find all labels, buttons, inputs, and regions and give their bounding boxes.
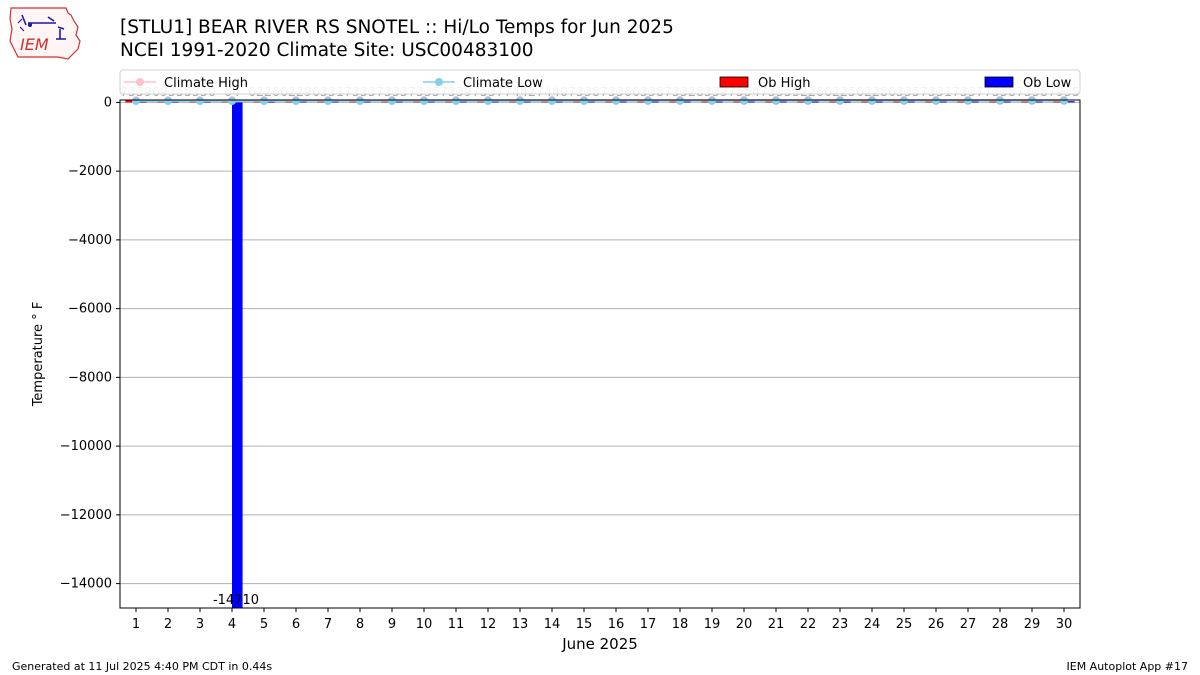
x-tick-label: 29 xyxy=(1024,617,1041,632)
x-tick-label: 18 xyxy=(672,617,689,632)
x-tick-label: 9 xyxy=(388,617,396,632)
y-tick-label: −4000 xyxy=(68,233,112,248)
x-tick-label: 24 xyxy=(864,617,881,632)
x-tick-label: 4 xyxy=(228,617,236,632)
x-tick-label: 2 xyxy=(164,617,172,632)
hi-lo-temps-chart: 7339693553306462266229633173337333733573… xyxy=(31,69,1081,653)
x-tick-label: 8 xyxy=(356,617,364,632)
legend-swatch xyxy=(984,76,1014,88)
x-tick-label: 5 xyxy=(260,617,268,632)
grid-layer xyxy=(120,101,1080,585)
x-tick-label: 23 xyxy=(832,617,849,632)
legend-box xyxy=(119,69,1081,95)
x-tick-label: 3 xyxy=(196,617,204,632)
legend-label: Climate Low xyxy=(463,76,543,91)
x-tick-label: 20 xyxy=(736,617,753,632)
x-tick-label: 16 xyxy=(608,617,625,632)
legend: Climate High Climate Low Ob High Ob Low xyxy=(119,69,1081,95)
legend-swatch xyxy=(719,76,749,88)
x-tick-label: 27 xyxy=(960,617,977,632)
y-tick-label: −10000 xyxy=(60,439,112,454)
x-tick-label: 13 xyxy=(512,617,529,632)
x-tick-label: 10 xyxy=(416,617,433,632)
x-tick-label: 30 xyxy=(1056,617,1073,632)
y-axis-label: Temperature ° F xyxy=(31,302,46,408)
x-tick-label: 7 xyxy=(324,617,332,632)
legend-marker xyxy=(136,78,144,86)
y-tick-label: −2000 xyxy=(68,164,112,179)
x-tick-label: 21 xyxy=(768,617,785,632)
labels-layer: 7339693553306462266229633173337333733573… xyxy=(120,84,1080,608)
legend-label: Ob High xyxy=(758,76,811,91)
x-tick-label: 15 xyxy=(576,617,593,632)
y-tick-label: 0 xyxy=(104,95,112,110)
generated-timestamp: Generated at 11 Jul 2025 4:40 PM CDT in … xyxy=(12,660,273,673)
axis-layer: 0 −2000 −4000 −6000 −8000 −10000 −12000 −14000 1… xyxy=(60,95,1073,632)
legend-marker xyxy=(435,78,443,86)
y-tick-label: −12000 xyxy=(60,508,112,523)
x-tick-label: 26 xyxy=(928,617,945,632)
y-tick-label: −6000 xyxy=(68,302,112,317)
x-tick-label: 28 xyxy=(992,617,1009,632)
bars-layer xyxy=(125,99,1075,609)
y-tick-label: −14000 xyxy=(60,577,112,592)
x-tick-label: 12 xyxy=(480,617,497,632)
x-tick-label: 1 xyxy=(132,617,140,632)
plot-frame xyxy=(119,99,1081,609)
x-tick-label: 19 xyxy=(704,617,721,632)
min-value-annotation: -14710 xyxy=(213,593,259,608)
x-tick-label: 14 xyxy=(544,617,561,632)
x-tick-label: 17 xyxy=(640,617,657,632)
legend-label: Ob Low xyxy=(1023,76,1072,91)
x-tick-label: 22 xyxy=(800,617,817,632)
x-tick-label: 6 xyxy=(292,617,300,632)
x-tick-label: 11 xyxy=(448,617,465,632)
legend-label: Climate High xyxy=(164,76,248,91)
x-tick-label: 25 xyxy=(896,617,913,632)
ob-low-bar xyxy=(232,102,243,609)
app-credit: IEM Autoplot App #17 xyxy=(1066,660,1189,673)
x-axis-label: June 2025 xyxy=(561,635,638,653)
y-tick-label: −8000 xyxy=(68,370,112,385)
